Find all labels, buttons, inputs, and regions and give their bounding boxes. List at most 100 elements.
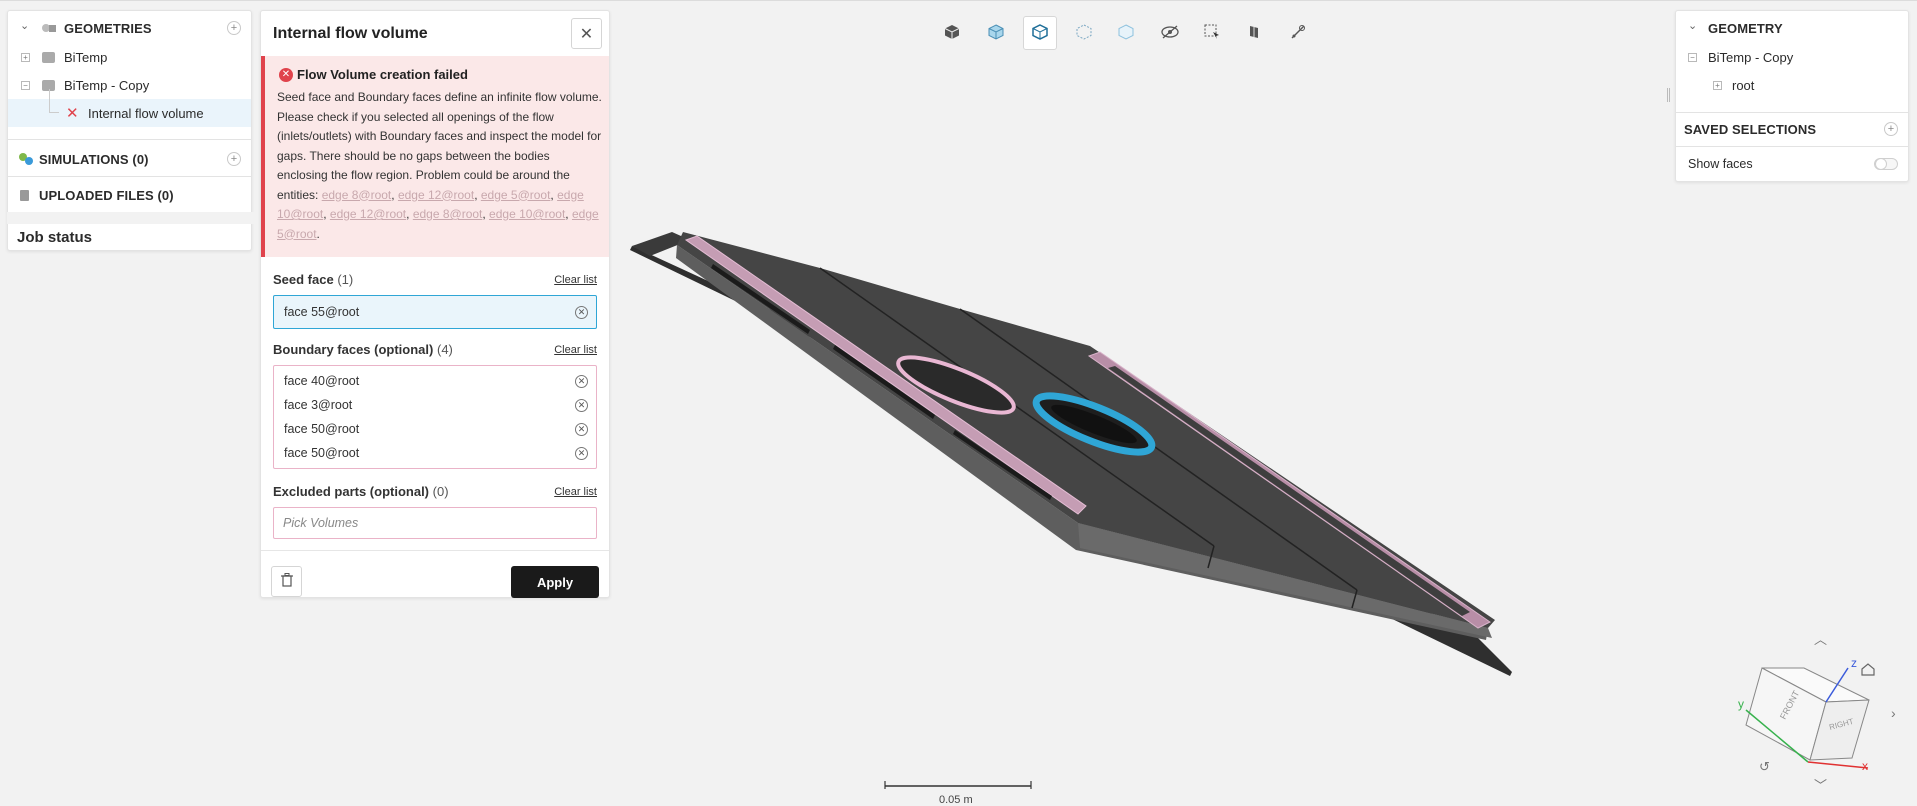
error-message: Seed face and Boundary faces define an i… xyxy=(277,88,602,244)
tree-connector xyxy=(49,89,59,113)
hide-button[interactable] xyxy=(1153,16,1187,50)
saved-selections-label: SAVED SELECTIONS xyxy=(1684,121,1817,137)
remove-item-icon[interactable]: ✕ xyxy=(575,446,588,460)
uploaded-files-header: UPLOADED FILES (0) xyxy=(39,187,174,203)
simulations-section-header[interactable]: SIMULATIONS (0) + xyxy=(8,143,251,175)
chevron-down-icon[interactable]: ⌄ xyxy=(1688,19,1697,32)
tree-item-bitemp-copy[interactable]: − BiTemp - Copy xyxy=(1676,43,1908,71)
internal-flow-volume-dialog: Internal flow volume ✕ ✕ Flow Volume cre… xyxy=(260,10,610,598)
entity-separator: . xyxy=(316,226,320,241)
geometry-icon xyxy=(42,52,55,63)
entity-link[interactable]: edge 5@root xyxy=(481,188,551,202)
trash-icon xyxy=(280,573,293,590)
error-title: Flow Volume creation failed xyxy=(297,67,468,82)
divider xyxy=(8,176,251,177)
box-select-icon xyxy=(1204,24,1220,43)
boundary-faces-field[interactable]: face 40@root ✕ face 3@root ✕ face 50@roo… xyxy=(273,365,597,469)
transparent-view-button[interactable] xyxy=(979,16,1013,50)
wireframe-view-button[interactable] xyxy=(1067,16,1101,50)
view-cube[interactable]: FRONT RIGHT z y x xyxy=(1738,656,1870,773)
rotate-down-icon[interactable]: ﹀ xyxy=(1814,778,1827,793)
tree-item-internal-flow-volume[interactable]: ✕ Internal flow volume xyxy=(8,89,251,127)
selected-face-label: face 50@root xyxy=(284,422,360,436)
tree-item-label: BiTemp - Copy xyxy=(64,77,150,93)
transparent-view-icon xyxy=(988,23,1004,43)
expand-icon[interactable]: + xyxy=(1713,80,1722,90)
reset-rotation-icon[interactable]: ↺ xyxy=(1759,759,1770,774)
entity-separator: , xyxy=(323,207,330,221)
remove-item-icon[interactable]: ✕ xyxy=(575,305,588,319)
chevron-down-icon[interactable]: ⌄ xyxy=(20,19,29,32)
add-simulation-button[interactable]: + xyxy=(227,152,241,166)
section-button[interactable] xyxy=(1237,16,1271,50)
collapse-icon[interactable]: − xyxy=(1688,52,1697,62)
box-select-button[interactable] xyxy=(1195,16,1229,50)
panel-gap xyxy=(7,212,254,224)
seed-face-field[interactable]: face 55@root ✕ xyxy=(273,295,597,329)
add-geometry-button[interactable]: + xyxy=(227,21,241,35)
measure-icon xyxy=(1290,24,1306,43)
panel-resize-handle[interactable] xyxy=(1667,88,1670,102)
entity-links: edge 8@root, edge 12@root, edge 5@root, … xyxy=(277,188,599,241)
measure-button[interactable] xyxy=(1281,16,1315,50)
delete-button[interactable] xyxy=(271,566,302,597)
geometries-section-header[interactable]: ⌄ GEOMETRIES + xyxy=(8,14,251,42)
saved-selections-header[interactable]: SAVED SELECTIONS + xyxy=(1676,114,1908,144)
expand-icon[interactable]: + xyxy=(21,52,30,62)
job-status-header[interactable]: Job status xyxy=(8,224,251,250)
selected-face-label: face 55@root xyxy=(284,305,360,319)
remove-item-icon[interactable]: ✕ xyxy=(575,374,588,388)
outline-view-icon xyxy=(1118,23,1134,43)
seed-face-clear-list[interactable]: Clear list xyxy=(554,274,597,286)
right-sidebar: ⌄ GEOMETRY − BiTemp - Copy + root SAVED … xyxy=(1675,10,1909,182)
apply-button[interactable]: Apply xyxy=(511,566,599,598)
error-message-text: Seed face and Boundary faces define an i… xyxy=(277,90,602,202)
dialog-title: Internal flow volume xyxy=(273,25,428,42)
entity-link[interactable]: edge 12@root xyxy=(330,207,406,221)
close-button[interactable]: ✕ xyxy=(571,18,602,49)
tree-item-bitemp[interactable]: + BiTemp xyxy=(8,43,251,71)
show-faces-label: Show faces xyxy=(1688,157,1753,171)
tree-item-bitemp-copy[interactable]: − BiTemp - Copy xyxy=(8,71,251,99)
rotate-up-icon[interactable]: ︿ xyxy=(1814,632,1827,647)
selected-face-label: face 40@root xyxy=(284,374,360,388)
seed-face-label-text: Seed face xyxy=(273,272,334,287)
rotate-right-icon[interactable]: › xyxy=(1891,705,1896,721)
divider xyxy=(8,139,251,140)
tree-item-label: BiTemp xyxy=(64,49,108,65)
geometry-section-header[interactable]: ⌄ GEOMETRY xyxy=(1676,14,1908,42)
tree-item-label: Internal flow volume xyxy=(88,105,204,121)
remove-item-icon[interactable]: ✕ xyxy=(575,398,588,412)
excluded-parts-placeholder: Pick Volumes xyxy=(283,516,359,530)
selected-face-item: face 55@root ✕ xyxy=(284,300,588,324)
selected-face-label: face 3@root xyxy=(284,398,353,412)
excluded-parts-label: Excluded parts (optional) (0) xyxy=(273,484,449,499)
entity-link[interactable]: edge 10@root xyxy=(489,207,565,221)
section-icon xyxy=(1246,24,1262,43)
collapse-icon[interactable]: − xyxy=(21,80,30,90)
uploaded-files-section-header[interactable]: UPLOADED FILES (0) xyxy=(8,179,251,211)
excluded-parts-field[interactable]: Pick Volumes xyxy=(273,507,597,539)
close-icon: ✕ xyxy=(579,25,594,43)
left-sidebar: ⌄ GEOMETRIES + + BiTemp − BiTemp - Copy … xyxy=(7,10,254,251)
show-faces-toggle[interactable] xyxy=(1874,158,1898,170)
remove-item-icon[interactable]: ✕ xyxy=(575,422,588,436)
boundary-faces-clear-list[interactable]: Clear list xyxy=(554,344,597,356)
tree-item-root[interactable]: + root xyxy=(1676,71,1908,99)
simulations-header: SIMULATIONS (0) xyxy=(39,151,149,167)
entity-link[interactable]: edge 8@root xyxy=(322,188,392,202)
outline-view-button[interactable] xyxy=(1109,16,1143,50)
error-message-box: ✕ Flow Volume creation failed Seed face … xyxy=(261,56,609,257)
file-icon xyxy=(20,190,29,201)
selected-face-item: face 3@root ✕ xyxy=(284,393,588,417)
geometry-header: GEOMETRY xyxy=(1708,20,1783,36)
solid-view-button[interactable] xyxy=(935,16,969,50)
entity-link[interactable]: edge 8@root xyxy=(413,207,483,221)
selected-view-button[interactable] xyxy=(1023,16,1057,50)
entity-link[interactable]: edge 12@root xyxy=(398,188,474,202)
selected-face-item: face 50@root ✕ xyxy=(284,441,588,465)
add-saved-selection-button[interactable]: + xyxy=(1884,122,1898,136)
solid-view-icon xyxy=(944,24,960,43)
home-view-icon[interactable] xyxy=(1861,663,1875,676)
excluded-parts-clear-list[interactable]: Clear list xyxy=(554,486,597,498)
